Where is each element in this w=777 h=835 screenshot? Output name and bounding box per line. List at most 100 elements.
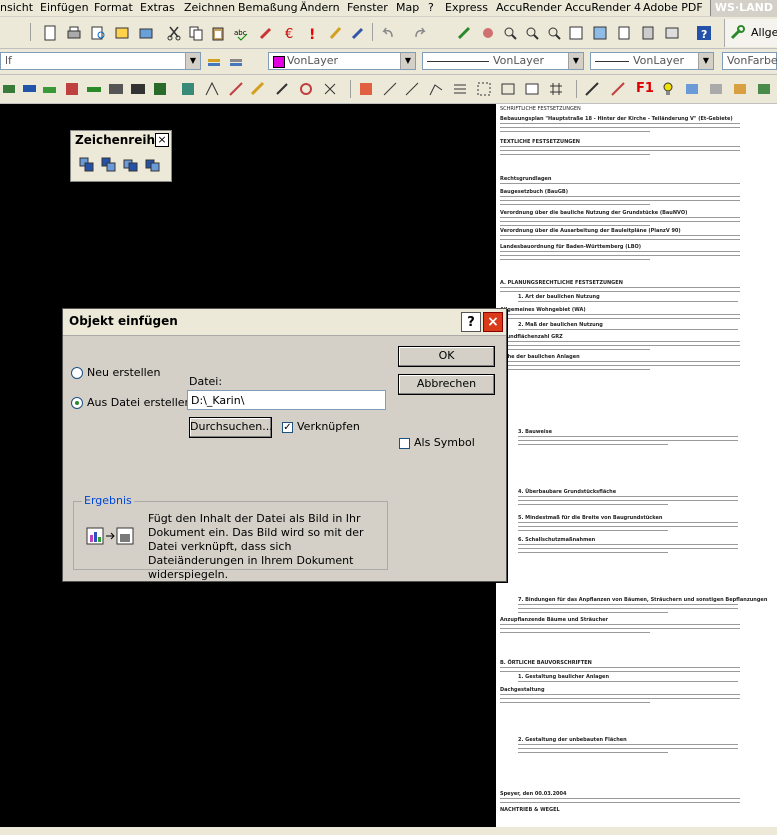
new-file-icon[interactable]: [42, 25, 58, 41]
symbol-checkbox[interactable]: [399, 438, 410, 449]
menu-adobe-pdf[interactable]: Adobe PDF: [643, 1, 703, 14]
copy-icon[interactable]: [188, 25, 204, 41]
draw-tool-9-icon[interactable]: [180, 81, 196, 97]
file-path-input[interactable]: [187, 390, 386, 410]
brush-icon[interactable]: [350, 25, 366, 41]
exclamation-icon[interactable]: !: [304, 25, 320, 41]
menu-map[interactable]: Map: [396, 1, 419, 14]
measure-icon[interactable]: [584, 81, 600, 97]
layer-tool-4-icon[interactable]: [756, 81, 772, 97]
publish-icon[interactable]: [114, 25, 130, 41]
draw-tool-1-icon[interactable]: [2, 81, 18, 97]
layer-combo[interactable]: lf ▼: [0, 52, 201, 70]
pan-icon[interactable]: [480, 25, 496, 41]
zoom-window-icon[interactable]: [524, 25, 540, 41]
designcenter-icon[interactable]: [592, 25, 608, 41]
draw-tool-3-icon[interactable]: [42, 81, 58, 97]
draw-tool-8-icon[interactable]: [152, 81, 168, 97]
draw-tool-15-icon[interactable]: [322, 81, 338, 97]
radio-from-file[interactable]: [71, 397, 83, 409]
paste-icon[interactable]: [210, 25, 226, 41]
help-icon[interactable]: ?: [696, 25, 712, 41]
undo-icon[interactable]: [380, 25, 396, 41]
send-to-back-icon[interactable]: [101, 157, 117, 173]
rectangle-icon[interactable]: [500, 81, 516, 97]
zoom-realtime-icon[interactable]: [502, 25, 518, 41]
drawing-sheet: SCHRIFTLICHE FESTSETZUNGEN Bebauungsplan…: [496, 104, 777, 827]
menu-zeichnen[interactable]: Zeichnen: [184, 1, 235, 14]
menu-accurender[interactable]: AccuRender: [496, 1, 562, 14]
bring-to-front-icon[interactable]: [79, 157, 95, 173]
draw-tool-4-icon[interactable]: [64, 81, 80, 97]
browse-button[interactable]: Durchsuchen...: [189, 417, 273, 438]
bring-above-icon[interactable]: [123, 157, 139, 173]
match-properties-icon[interactable]: [258, 25, 274, 41]
draw-tool-7-icon[interactable]: [130, 81, 146, 97]
draw-tool-6-icon[interactable]: [108, 81, 124, 97]
menu-fenster[interactable]: Fenster: [347, 1, 388, 14]
menu-help[interactable]: ?: [428, 1, 434, 14]
draw-tool-5-icon[interactable]: [86, 81, 102, 97]
grid-icon[interactable]: [548, 81, 564, 97]
layer-tool-2-icon[interactable]: [708, 81, 724, 97]
f1-button[interactable]: F1: [636, 81, 654, 96]
draworder-titlebar[interactable]: Zeichenreihen ×: [71, 131, 171, 149]
properties-icon[interactable]: [568, 25, 584, 41]
draw-tool-11-icon[interactable]: [228, 81, 244, 97]
menu-aendern[interactable]: Ändern: [300, 1, 340, 14]
hatch-icon[interactable]: [358, 81, 374, 97]
print-icon[interactable]: [66, 25, 82, 41]
draw-tool-12-icon[interactable]: [250, 81, 266, 97]
menu-einfuegen[interactable]: Einfügen: [40, 1, 89, 14]
ok-button[interactable]: OK: [398, 346, 495, 367]
menu-ansicht[interactable]: nsicht: [0, 1, 33, 14]
layer-previous-icon[interactable]: [228, 53, 244, 69]
wrench-icon[interactable]: [729, 25, 745, 41]
help-button[interactable]: ?: [461, 312, 481, 332]
pencil-edit-icon[interactable]: [610, 81, 626, 97]
layer-properties-icon[interactable]: [206, 53, 222, 69]
link-checkbox[interactable]: ✓: [282, 422, 293, 433]
lightbulb-icon[interactable]: [660, 81, 676, 97]
lineweight-combo[interactable]: VonLayer ▼: [590, 52, 714, 70]
dialog-titlebar[interactable]: Objekt einfügen ? ×: [63, 309, 506, 336]
linetype-combo[interactable]: VonLayer ▼: [422, 52, 584, 70]
doc-text-line: [500, 802, 740, 803]
radio-new[interactable]: [71, 367, 83, 379]
menu-express[interactable]: Express: [445, 1, 488, 14]
close-icon[interactable]: ×: [155, 133, 169, 147]
color-combo[interactable]: VonLayer ▼: [268, 52, 416, 70]
draw-tool-10-icon[interactable]: [204, 81, 220, 97]
polyline-icon[interactable]: [428, 81, 444, 97]
line-icon[interactable]: [404, 81, 420, 97]
pencil-icon[interactable]: [328, 25, 344, 41]
preview-icon[interactable]: [90, 25, 106, 41]
menu-format[interactable]: Format: [94, 1, 133, 14]
plot-icon[interactable]: [138, 25, 154, 41]
zoom-previous-icon[interactable]: [546, 25, 562, 41]
draw-tool-2-icon[interactable]: [22, 81, 38, 97]
close-button[interactable]: ×: [483, 312, 503, 332]
calculator-icon[interactable]: [640, 25, 656, 41]
draw-tool-17-icon[interactable]: [382, 81, 398, 97]
redo-icon[interactable]: [412, 25, 428, 41]
euro-icon[interactable]: €: [282, 25, 298, 41]
array-icon[interactable]: [476, 81, 492, 97]
send-under-icon[interactable]: [145, 157, 161, 173]
markup-icon[interactable]: [664, 25, 680, 41]
menu-accurender4[interactable]: AccuRender 4: [565, 1, 641, 14]
rotate-icon[interactable]: [298, 81, 314, 97]
cancel-button[interactable]: Abbrechen: [398, 374, 495, 395]
menu-extras[interactable]: Extras: [140, 1, 175, 14]
ucs-icon[interactable]: [456, 25, 472, 41]
block-icon[interactable]: [524, 81, 540, 97]
menu-bemassung[interactable]: Bemaßung: [238, 1, 298, 14]
toolpalette-icon[interactable]: [616, 25, 632, 41]
align-icon[interactable]: [452, 81, 468, 97]
plotstyle-combo[interactable]: VonFarbe: [722, 52, 777, 70]
draw-tool-13-icon[interactable]: [274, 81, 290, 97]
cut-icon[interactable]: [166, 25, 182, 41]
spellcheck-icon[interactable]: abc: [234, 25, 250, 41]
layer-tool-3-icon[interactable]: [732, 81, 748, 97]
layer-tool-icon[interactable]: [684, 81, 700, 97]
